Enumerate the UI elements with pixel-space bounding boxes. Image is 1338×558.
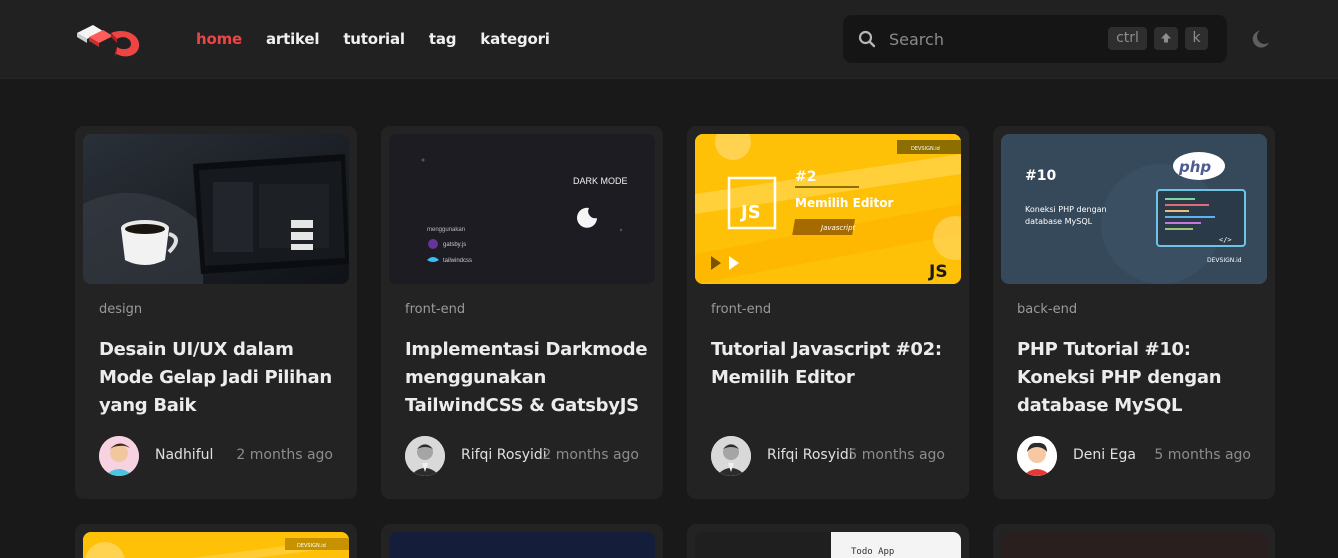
article-card[interactable]: DARK MODE menggunakan gatsby.js tailwind…: [381, 126, 663, 499]
thumb-item2-text: tailwindcss: [443, 258, 472, 264]
article-title[interactable]: Desain UI/UX dalam Mode Gelap Jadi Pilih…: [99, 336, 343, 420]
published-time: 5 months ago: [848, 447, 945, 463]
article-thumbnail: DEVSIGN.id: [83, 532, 349, 558]
thumb-heading-text: Memilih Editor: [795, 196, 894, 210]
author-name[interactable]: Rifqi Rosyidi: [461, 447, 547, 463]
published-time: 2 months ago: [542, 447, 639, 463]
brand-logo-icon[interactable]: [73, 21, 145, 61]
article-title[interactable]: Tutorial Javascript #02: Memilih Editor: [711, 336, 955, 392]
nav-kategori[interactable]: kategori: [480, 28, 550, 50]
site-header: home artikel tutorial tag kategori ctrl …: [0, 0, 1338, 79]
article-title[interactable]: PHP Tutorial #10: Koneksi PHP dengan dat…: [1017, 336, 1261, 420]
thumb-brand-text: DEVSIGN.id: [911, 146, 940, 152]
author-avatar: [711, 436, 751, 476]
article-category[interactable]: front-end: [405, 302, 465, 317]
article-thumbnail: [83, 134, 349, 284]
thumb-code-tag-icon: </>: [1219, 236, 1232, 244]
article-card[interactable]: JS #2 Memilih Editor Javascript DEVSIGN.…: [687, 126, 969, 499]
article-card[interactable]: [381, 524, 663, 558]
moon-icon[interactable]: [1250, 27, 1274, 51]
thumb-item1-text: gatsby.js: [443, 242, 466, 248]
thumb-number-text: #2: [795, 169, 816, 185]
article-card[interactable]: DEVSIGN.id: [75, 524, 357, 558]
shift-arrow-icon: [1161, 33, 1171, 43]
thumb-number-text: #10: [1025, 168, 1056, 184]
article-card[interactable]: [993, 524, 1275, 558]
main-nav: home artikel tutorial tag kategori: [196, 28, 574, 50]
article-card[interactable]: design Desain UI/UX dalam Mode Gelap Jad…: [75, 126, 357, 499]
article-thumbnail: DARK MODE menggunakan gatsby.js tailwind…: [389, 134, 655, 284]
article-thumbnail: JS #2 Memilih Editor Javascript DEVSIGN.…: [695, 134, 961, 284]
author-name[interactable]: Nadhiful: [155, 447, 213, 463]
article-title[interactable]: Implementasi Darkmode menggunakan Tailwi…: [405, 336, 649, 420]
thumb-brand-text: DEVSIGN.id: [297, 543, 326, 549]
published-time: 2 months ago: [236, 447, 333, 463]
thumb-tag-text: Javascript: [819, 224, 856, 232]
article-thumbnail: Todo App: [695, 532, 961, 558]
thumb-sub-text: menggunakan: [427, 227, 465, 233]
search-icon: [858, 30, 876, 48]
author-avatar: [1017, 436, 1057, 476]
published-time: 5 months ago: [1154, 447, 1251, 463]
article-card[interactable]: #10 Koneksi PHP dengan database MySQL ph…: [993, 126, 1275, 499]
author-name[interactable]: Deni Ega: [1073, 447, 1136, 463]
author-avatar: [405, 436, 445, 476]
thumb-js-box-text: JS: [739, 202, 761, 223]
nav-artikel[interactable]: artikel: [266, 28, 320, 50]
nav-home[interactable]: home: [196, 28, 242, 50]
shortcut-key-shift: [1154, 27, 1178, 50]
search-box[interactable]: ctrl k: [843, 15, 1227, 63]
article-category[interactable]: back-end: [1017, 302, 1077, 317]
article-thumbnail: #10 Koneksi PHP dengan database MySQL ph…: [1001, 134, 1267, 284]
author-avatar: [99, 436, 139, 476]
thumb-dark-mode-text: DARK MODE: [573, 176, 628, 186]
article-card[interactable]: Todo App: [687, 524, 969, 558]
article-thumbnail: [1001, 532, 1267, 558]
shortcut-key-k: k: [1185, 27, 1208, 50]
article-category[interactable]: design: [99, 302, 142, 317]
shortcut-key-ctrl: ctrl: [1108, 27, 1147, 50]
thumb-js-corner-text: JS: [928, 262, 948, 282]
thumb-todo-heading: Todo App: [851, 547, 894, 557]
thumb-php-logo-text: php: [1178, 158, 1211, 176]
article-category[interactable]: front-end: [711, 302, 771, 317]
nav-tutorial[interactable]: tutorial: [343, 28, 405, 50]
author-name[interactable]: Rifqi Rosyidi: [767, 447, 853, 463]
nav-tag[interactable]: tag: [429, 28, 457, 50]
article-thumbnail: [389, 532, 655, 558]
thumb-brand-text: DEVSIGN.id: [1207, 257, 1242, 264]
search-input[interactable]: [889, 27, 1089, 51]
